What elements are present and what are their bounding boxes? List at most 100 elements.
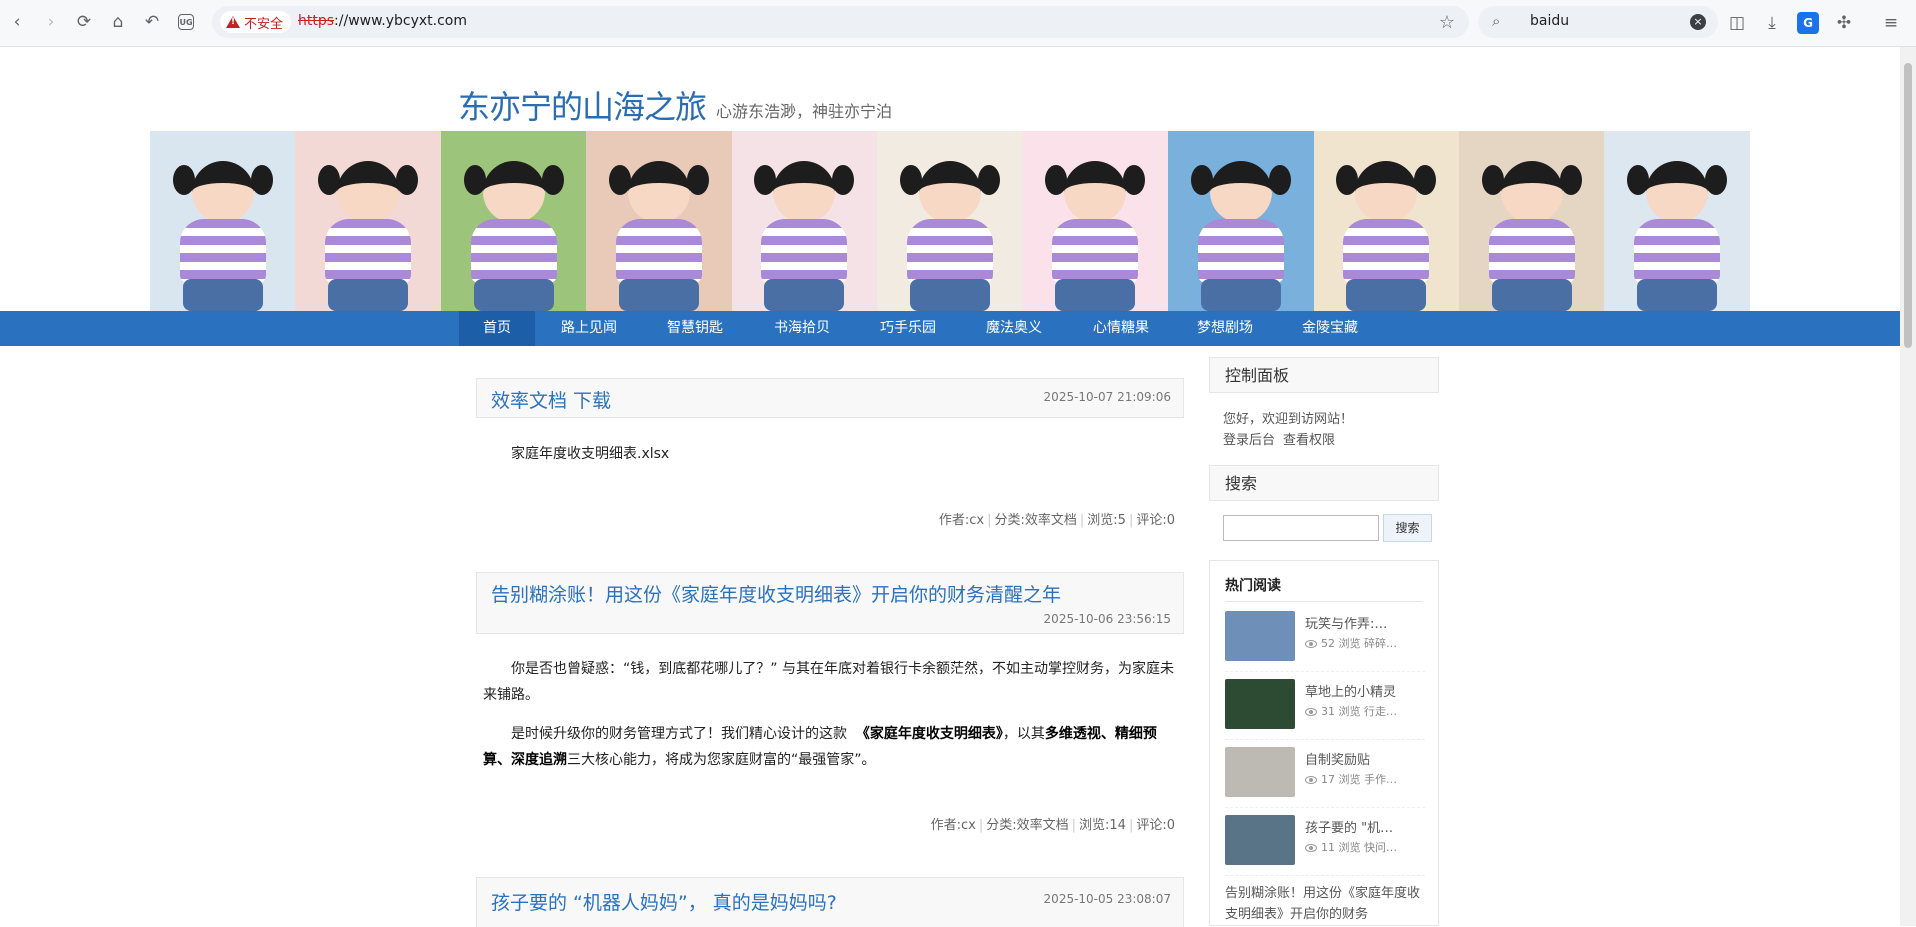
banner-image	[1313, 131, 1459, 311]
main-nav: 首页 路上见闻 智慧钥匙 书海拾贝 巧手乐园 魔法奥义 心情糖果 梦想剧场 金陵宝藏	[0, 311, 1900, 346]
forward-icon[interactable]: ›	[40, 11, 62, 33]
url-host: ://www.ybcyxt.com	[334, 13, 467, 29]
post-title[interactable]: 告别糊涂账！用这份《家庭年度收支明细表》开启你的财务清醒之年	[491, 580, 1061, 607]
post-meta: 作者:cx | 分类:效率文档 | 浏览:5 | 评论:0	[938, 513, 1175, 528]
hot-reading-widget: 热门阅读 告别糊涂账！用这份《家庭年度收支明细表》开启你的财务 玩笑与作弄:… 5…	[1209, 560, 1439, 926]
banner-image	[586, 131, 732, 311]
translate-icon[interactable]: G	[1797, 12, 1819, 34]
home-icon[interactable]: ⌂	[107, 11, 129, 33]
paragraph-text: 三大核心能力，将成为您家庭财富的“最强管家”。	[567, 752, 876, 768]
post-date: 2025-10-05 23:08:07	[1043, 892, 1171, 906]
post-views: 浏览:5	[1087, 513, 1126, 528]
hot-thumbnail[interactable]	[1225, 611, 1295, 661]
attachment-link[interactable]: 家庭年度收支明细表.xlsx	[511, 441, 669, 467]
hot-item-views: 17 浏览 手作…	[1305, 771, 1397, 787]
control-links: 登录后台 查看权限	[1223, 429, 1343, 448]
site-tagline: 心游东浩渺，神驻亦宁泊	[716, 102, 893, 121]
hot-item-title[interactable]: 孩子要的 "机…	[1305, 817, 1393, 836]
divider	[1225, 807, 1425, 808]
hot-item-title[interactable]: 草地上的小精灵	[1305, 681, 1396, 700]
hot-reading-item[interactable]: 孩子要的 "机… 11 浏览 快问…	[1225, 815, 1425, 867]
search-icon: ⌕	[1492, 12, 1501, 30]
hot-reading-item[interactable]: 自制奖励贴 17 浏览 手作…	[1225, 747, 1425, 799]
nav-item[interactable]: 书海拾贝	[750, 311, 854, 346]
nav-item[interactable]: 金陵宝藏	[1278, 311, 1382, 346]
hot-thumbnail[interactable]	[1225, 679, 1295, 729]
nav-item[interactable]: 心情糖果	[1069, 311, 1173, 346]
post-meta: 作者:cx | 分类:效率文档 | 浏览:14 | 评论:0	[930, 818, 1175, 833]
nav-item[interactable]: 梦想剧场	[1173, 311, 1277, 346]
back-icon[interactable]: ‹	[6, 11, 28, 33]
eye-icon	[1305, 708, 1317, 716]
hot-reading-item[interactable]: 草地上的小精灵 31 浏览 行走…	[1225, 679, 1425, 731]
post-category[interactable]: 分类:效率文档	[986, 818, 1068, 833]
address-bar[interactable]: 不安全 https://www.ybcyxt.com ☆	[212, 6, 1469, 38]
permissions-link[interactable]: 查看权限	[1283, 433, 1335, 448]
paragraph-text: 是时候升级你的财务管理方式了！我们精心设计的这款	[511, 726, 847, 742]
nav-item[interactable]: 路上见闻	[537, 311, 641, 346]
paragraph-bold: 《家庭年度收支明细表》	[855, 726, 1003, 742]
nav-item[interactable]: 魔法奥义	[962, 311, 1066, 346]
menu-icon[interactable]: ≡	[1880, 12, 1902, 34]
divider	[1225, 739, 1425, 740]
hot-reading-item[interactable]: 玩笑与作弄:… 52 浏览 碎碎…	[1225, 611, 1425, 663]
post-title[interactable]: 效率文档 下载	[491, 386, 611, 413]
post-comments[interactable]: 评论:0	[1136, 818, 1175, 833]
post-header: 告别糊涂账！用这份《家庭年度收支明细表》开启你的财务清醒之年 2025-10-0…	[476, 572, 1184, 634]
hot-thumbnail[interactable]	[1225, 815, 1295, 865]
site-title[interactable]: 东亦宁的山海之旅	[458, 82, 707, 128]
browser-search-query[interactable]: baidu	[1530, 13, 1569, 29]
browser-toolbar: ‹ › ⟳ ⌂ ↶ UG 不安全 https://www.ybcyxt.com …	[0, 0, 1916, 47]
banner-image	[1022, 131, 1169, 311]
browser-search-box[interactable]: ⌕ baidu ×	[1478, 6, 1718, 38]
camera-icon[interactable]: ◫	[1726, 12, 1748, 34]
clear-search-icon[interactable]: ×	[1690, 14, 1706, 30]
post-header: 效率文档 下载 2025-10-07 21:09:06	[476, 378, 1184, 418]
hot-item-title[interactable]: 玩笑与作弄:…	[1305, 613, 1387, 632]
hot-thumbnail[interactable]	[1225, 747, 1295, 797]
extensions-icon[interactable]: ✣	[1833, 12, 1855, 34]
nav-item[interactable]: 巧手乐园	[856, 311, 960, 346]
post-comments[interactable]: 评论:0	[1136, 513, 1175, 528]
post-category[interactable]: 分类:效率文档	[995, 513, 1077, 528]
banner-image	[1604, 131, 1750, 311]
hot-item-views: 52 浏览 碎碎…	[1305, 635, 1397, 651]
post-date: 2025-10-06 23:56:15	[1043, 612, 1171, 626]
views-text: 17 浏览 手作…	[1321, 773, 1397, 786]
reload-icon[interactable]: ⟳	[73, 11, 95, 33]
banner-image	[1168, 131, 1314, 311]
hot-reading-item[interactable]: 告别糊涂账！用这份《家庭年度收支明细表》开启你的财务	[1225, 883, 1425, 925]
post-title[interactable]: 孩子要的 “机器人妈妈”， 真的是妈妈吗?	[491, 888, 837, 915]
post-paragraph: 你是否也曾疑惑：“钱，到底都花哪儿了？” 与其在年底对着银行卡余额茫然，不如主动…	[483, 661, 1174, 703]
hot-item-title[interactable]: 自制奖励贴	[1305, 749, 1370, 768]
divider	[1225, 671, 1425, 672]
insecure-label: 不安全	[244, 16, 284, 32]
url-scheme: https	[298, 13, 335, 29]
eye-icon	[1305, 844, 1317, 852]
banner-image	[877, 131, 1023, 311]
ug-extension-icon[interactable]: UG	[178, 14, 194, 30]
nav-item[interactable]: 首页	[459, 311, 535, 346]
scrollbar-thumb[interactable]	[1904, 63, 1912, 348]
site-search-input[interactable]	[1223, 515, 1379, 541]
url-text[interactable]: https://www.ybcyxt.com	[298, 13, 467, 29]
views-text: 31 浏览 行走…	[1321, 705, 1397, 718]
login-link[interactable]: 登录后台	[1223, 433, 1275, 448]
nav-item[interactable]: 智慧钥匙	[643, 311, 747, 346]
views-text: 11 浏览 快问…	[1321, 841, 1397, 854]
download-icon[interactable]: ⤓	[1761, 12, 1783, 34]
post-author[interactable]: 作者:cx	[931, 818, 976, 833]
warning-icon	[226, 16, 240, 28]
site-search-button[interactable]: 搜索	[1383, 514, 1432, 542]
header-banner	[150, 131, 1750, 311]
post-author[interactable]: 作者:cx	[939, 513, 984, 528]
insecure-badge[interactable]: 不安全	[220, 11, 292, 33]
divider	[1225, 601, 1423, 602]
control-panel-title: 控制面板	[1209, 357, 1439, 393]
banner-image	[731, 131, 878, 311]
bookmark-star-icon[interactable]: ☆	[1439, 12, 1455, 33]
views-text: 52 浏览 碎碎…	[1321, 637, 1397, 650]
page-scrollbar[interactable]	[1900, 47, 1916, 926]
divider	[1225, 875, 1425, 876]
undo-icon[interactable]: ↶	[141, 11, 163, 33]
